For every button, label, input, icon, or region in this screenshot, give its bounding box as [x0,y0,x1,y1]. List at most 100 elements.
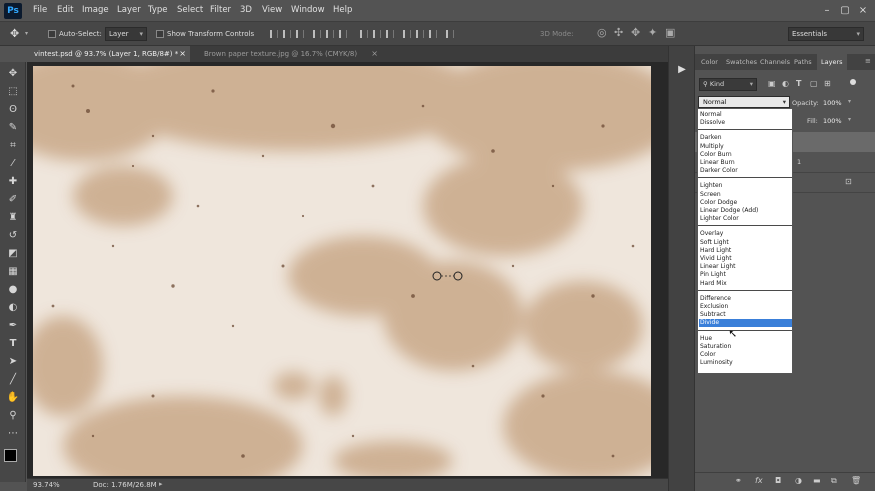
blend-mode-option[interactable]: Luminosity [699,359,792,367]
blend-mode-option[interactable]: Subtract [699,311,792,319]
clone-stamp-icon[interactable]: ♜ [5,211,21,225]
blend-mode-option[interactable]: Hard Mix [699,280,792,288]
auto-select-checkbox[interactable] [48,30,56,38]
blend-mode-option[interactable]: Lighten [699,182,792,190]
blend-mode-option[interactable]: Darken [699,134,792,142]
zoom-level[interactable]: 93.74% [33,481,60,489]
close-window-icon[interactable]: × [856,4,870,17]
menu-select[interactable]: Select [177,5,203,15]
line-icon[interactable]: ╱ [5,373,21,387]
blend-mode-option[interactable]: Color Dodge [699,199,792,207]
blend-mode-option[interactable]: Multiply [699,143,792,151]
more-icon[interactable]: ⋯ [5,427,21,441]
play-actions-icon[interactable]: ▶ [674,62,690,78]
auto-select-dropdown[interactable]: Layer ▾ [105,27,147,41]
layer-mask-icon[interactable]: ◘ [775,476,781,485]
workspace-switcher[interactable]: Essentials ▾ [788,27,864,41]
crop-icon[interactable]: ⌗ [5,139,21,153]
blend-mode-option[interactable]: Pin Light [699,271,792,279]
maximize-icon[interactable]: ▢ [838,4,852,17]
distribute-vcenter-icon[interactable] [373,30,381,38]
blend-mode-option[interactable]: Linear Light [699,263,792,271]
blend-mode-option[interactable]: Linear Burn [699,159,792,167]
foreground-color-swatch[interactable] [4,449,17,462]
auto-align-icon[interactable] [446,30,454,38]
tab-color[interactable]: Color [701,54,718,70]
align-vcenter-icon[interactable] [283,30,291,38]
filter-smart-object-icon[interactable]: ⊞ [824,79,831,88]
menu-edit[interactable]: Edit [57,5,73,15]
type-icon[interactable]: T [5,337,21,351]
menu-type[interactable]: Type [148,5,168,15]
fill-value[interactable]: 100% [823,117,842,125]
hand-icon[interactable]: ✋ [5,391,21,405]
blend-mode-option[interactable]: Divide [699,319,792,328]
scale-3d-icon[interactable]: ▣ [665,26,675,39]
menu-file[interactable]: File [33,5,47,15]
blend-mode-option[interactable]: Color [699,351,792,359]
blend-mode-option[interactable]: Soft Light [699,239,792,247]
distribute-right-icon[interactable] [429,30,437,38]
filter-pixel-icon[interactable]: ▣ [768,79,776,88]
canvas[interactable] [33,66,651,476]
blend-mode-option[interactable]: Darker Color [699,167,792,175]
brush-icon[interactable]: ✐ [5,193,21,207]
chevron-down-icon[interactable]: ▾ [25,30,28,37]
menu-help[interactable]: Help [333,5,352,15]
path-select-icon[interactable]: ➤ [5,355,21,369]
layer-filter-kind[interactable]: ⚲ Kind ▾ [699,78,757,91]
blend-mode-option[interactable]: Vivid Light [699,255,792,263]
group-folder-icon[interactable]: ▬ [813,476,821,485]
blend-mode-option[interactable]: Normal [699,111,792,119]
filter-shape-icon[interactable]: ▢ [810,79,818,88]
tab-brown-paper[interactable]: Brown paper texture.jpg @ 16.7% (CMYK/8)… [197,46,382,62]
menu-view[interactable]: View [262,5,282,15]
eraser-icon[interactable]: ◩ [5,247,21,261]
filter-toggle-icon[interactable] [850,79,856,85]
dodge-icon[interactable]: ◐ [5,301,21,315]
chevron-right-icon[interactable]: ▸ [159,480,163,488]
blend-mode-option[interactable]: Difference [699,295,792,303]
slide-3d-icon[interactable]: ✦ [648,26,657,39]
blend-mode-option[interactable]: Screen [699,191,792,199]
panel-menu-icon[interactable]: ≡ [865,57,871,65]
menu-3d[interactable]: 3D [240,5,252,15]
menu-filter[interactable]: Filter [210,5,231,15]
roll-3d-icon[interactable]: ✣ [614,26,623,39]
align-top-icon[interactable] [270,30,278,38]
align-right-icon[interactable] [339,30,347,38]
align-left-icon[interactable] [313,30,321,38]
close-icon[interactable]: × [179,46,186,62]
transform-controls-checkbox[interactable] [156,30,164,38]
chevron-down-icon[interactable]: ▾ [848,98,851,105]
blur-icon[interactable]: ● [5,283,21,297]
quick-select-icon[interactable]: ✎ [5,121,21,135]
filter-type-icon[interactable]: T [796,79,801,88]
distribute-hcenter-icon[interactable] [416,30,424,38]
chevron-down-icon[interactable]: ▾ [848,116,851,123]
trash-icon[interactable]: 🗑 [851,476,861,485]
blend-mode-option[interactable]: Exclusion [699,303,792,311]
fx-icon[interactable]: fx [755,476,763,485]
align-hcenter-icon[interactable] [326,30,334,38]
move-icon[interactable]: ✥ [5,67,21,81]
distribute-top-icon[interactable] [360,30,368,38]
move-tool-preset-icon[interactable]: ✥ [10,27,19,40]
tab-channels[interactable]: Channels [760,54,790,70]
history-brush-icon[interactable]: ↺ [5,229,21,243]
distribute-bottom-icon[interactable] [386,30,394,38]
blend-mode-option[interactable]: Hue [699,335,792,343]
blend-mode-select[interactable]: Normal ▾ [698,96,790,108]
adjustment-layer-icon[interactable]: ◑ [795,476,802,485]
pen-icon[interactable]: ✒ [5,319,21,333]
tab-paths[interactable]: Paths [794,54,812,70]
blend-mode-option[interactable]: Overlay [699,230,792,238]
new-layer-icon[interactable]: ⧉ [831,476,837,486]
pan-3d-icon[interactable]: ✥ [631,26,640,39]
minimize-icon[interactable]: – [820,4,834,17]
healing-brush-icon[interactable]: ✚ [5,175,21,189]
distribute-left-icon[interactable] [403,30,411,38]
tab-swatches[interactable]: Swatches [726,54,757,70]
close-icon[interactable]: × [371,46,378,62]
menu-layer[interactable]: Layer [117,5,141,15]
